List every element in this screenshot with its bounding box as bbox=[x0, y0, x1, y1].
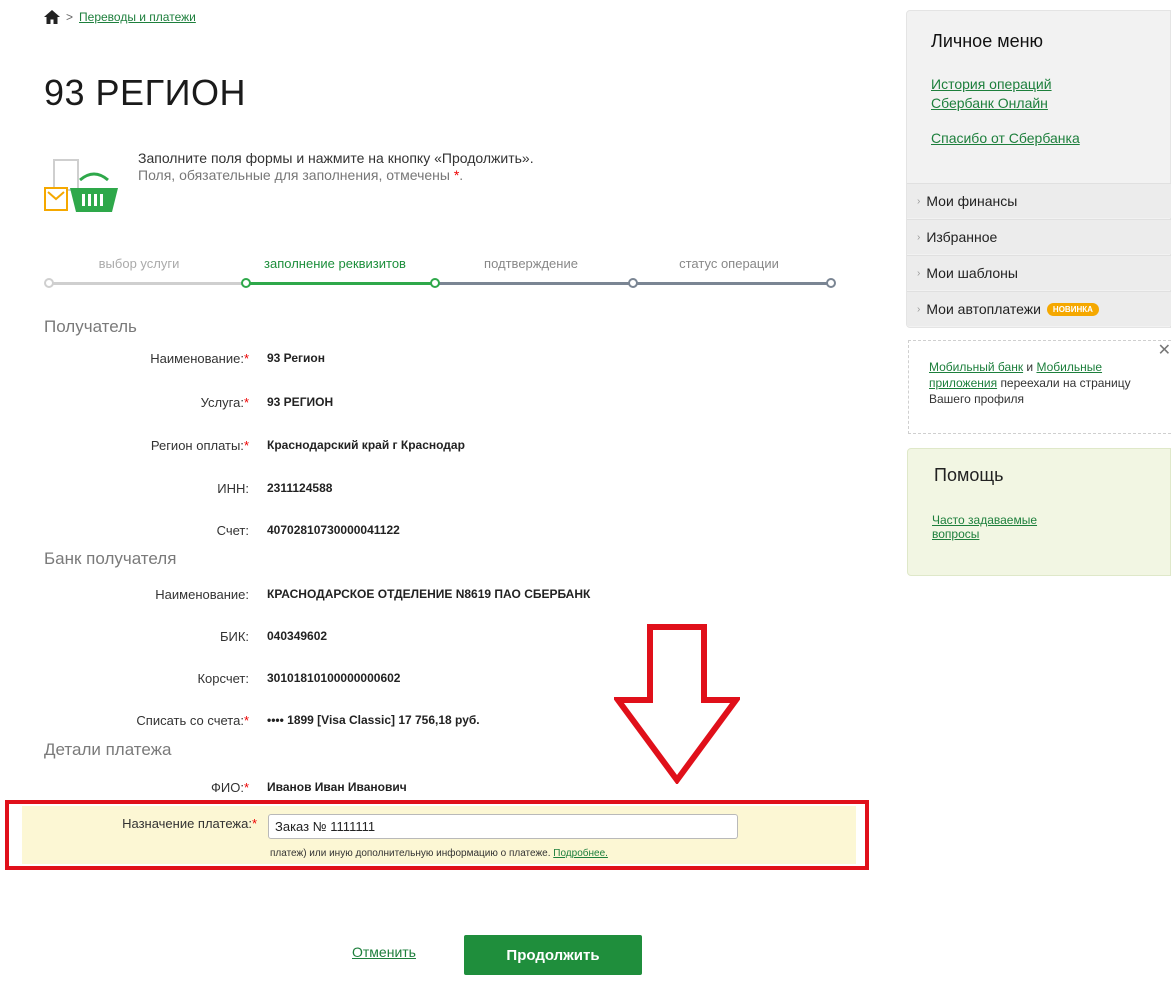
field-value: 93 РЕГИОН bbox=[267, 395, 334, 409]
chevron-right-icon: › bbox=[917, 267, 921, 279]
chevron-right-icon: › bbox=[917, 303, 921, 315]
section-details-title: Детали платежа bbox=[44, 740, 172, 759]
history-link[interactable]: История операций Сбербанк Онлайн bbox=[931, 75, 1052, 113]
menu-item-favorites[interactable]: › Избранное bbox=[907, 219, 1171, 254]
debit-account-value: •••• 1899 [Visa Classic] 17 756,18 руб. bbox=[267, 713, 480, 727]
help-title: Помощь bbox=[934, 465, 1004, 485]
step-line-active bbox=[244, 282, 436, 285]
menu-item-templates[interactable]: › Мои шаблоны bbox=[907, 255, 1171, 290]
field-label: БИК: bbox=[219, 628, 249, 644]
more-info-link[interactable]: Подробнее. bbox=[553, 848, 608, 859]
recipient-row: Наименование:* 93 Регион bbox=[150, 350, 326, 366]
chevron-right-icon: › bbox=[917, 195, 921, 207]
recipient-row: Счет: 40702810730000041122 bbox=[0, 520, 860, 540]
continue-button[interactable]: Продолжить bbox=[464, 935, 642, 975]
step-line-done bbox=[48, 282, 244, 285]
field-value: Краснодарский край г Краснодар bbox=[267, 438, 465, 452]
close-icon[interactable]: ✕ bbox=[1158, 343, 1171, 359]
recipient-row: Регион оплаты:* Краснодарский край г Кра… bbox=[150, 437, 465, 453]
basket-icon bbox=[44, 159, 118, 212]
thanks-link[interactable]: Спасибо от Сбербанка bbox=[931, 129, 1080, 148]
recipient-row: Услуга:* 93 РЕГИОН bbox=[200, 394, 334, 410]
new-badge: новинка bbox=[1046, 302, 1099, 316]
field-label: ИНН: bbox=[217, 480, 249, 496]
step-status: статус операции bbox=[679, 256, 779, 271]
progress-steps: выбор услуги заполнение реквизитов подтв… bbox=[44, 256, 840, 292]
field-label: Корсчет: bbox=[197, 670, 249, 686]
payment-purpose-input[interactable] bbox=[268, 814, 738, 839]
page-title: 93 РЕГИОН bbox=[44, 72, 246, 113]
menu-item-autopayments[interactable]: › Мои автоплатежи новинка bbox=[907, 291, 1171, 326]
field-value: 040349602 bbox=[267, 629, 328, 643]
field-label: Наименование: bbox=[155, 586, 249, 602]
recipient-row: ИНН: 2311124588 bbox=[0, 478, 860, 498]
step-dot-2 bbox=[241, 278, 251, 288]
section-recipient-title: Получатель bbox=[44, 317, 137, 336]
field-label: Списать со счета: bbox=[136, 712, 244, 728]
mobile-bank-notice: ✕ Мобильный банк и Мобильные приложения … bbox=[908, 340, 1171, 434]
field-value: КРАСНОДАРСКОЕ ОТДЕЛЕНИЕ N8619 ПАО СБЕРБА… bbox=[267, 587, 591, 601]
field-value: 93 Регион bbox=[267, 351, 326, 365]
breadcrumb-link-transfers[interactable]: Переводы и платежи bbox=[79, 10, 196, 24]
breadcrumb-separator: > bbox=[66, 10, 74, 24]
step-select-service: выбор услуги bbox=[98, 256, 180, 271]
field-value: 40702810730000041122 bbox=[267, 523, 400, 537]
intro-text: Заполните поля формы и нажмите на кнопку… bbox=[138, 150, 534, 184]
intro-line-1: Заполните поля формы и нажмите на кнопку… bbox=[138, 150, 534, 166]
field-label: Регион оплаты: bbox=[150, 437, 244, 453]
home-icon[interactable] bbox=[44, 10, 60, 24]
fio-label: ФИО: bbox=[210, 779, 244, 795]
down-arrow-icon bbox=[614, 624, 740, 784]
personal-menu: Личное меню История операций Сбербанк Онл… bbox=[906, 10, 1171, 328]
intro-line-2: Поля, обязательные для заполнения, отмеч… bbox=[138, 167, 464, 183]
chevron-right-icon: › bbox=[917, 231, 921, 243]
bank-row: Наименование: КРАСНОДАРСКОЕ ОТДЕЛЕНИЕ N8… bbox=[0, 584, 860, 604]
help-box: Помощь Часто задаваемые вопросы bbox=[907, 448, 1171, 576]
breadcrumb: > Переводы и платежи bbox=[44, 10, 196, 24]
step-dot-4 bbox=[628, 278, 638, 288]
faq-link[interactable]: Часто задаваемые вопросы bbox=[932, 513, 1062, 541]
field-label: Счет: bbox=[216, 522, 249, 538]
field-value: 30101810100000000602 bbox=[267, 671, 401, 685]
fio-value: Иванов Иван Иванович bbox=[267, 780, 407, 794]
menu-item-finances[interactable]: › Мои финансы bbox=[907, 183, 1171, 218]
field-value: 2311124588 bbox=[267, 481, 333, 495]
step-dot-5 bbox=[826, 278, 836, 288]
personal-menu-title: Личное меню bbox=[931, 31, 1044, 51]
purpose-hint: платеж) или иную дополнительную информац… bbox=[270, 848, 608, 859]
purpose-label: Назначение платежа: bbox=[122, 816, 252, 831]
step-dot-1 bbox=[44, 278, 54, 288]
field-label: Услуга: bbox=[200, 394, 244, 410]
mobile-bank-link[interactable]: Мобильный банк bbox=[929, 360, 1023, 374]
cancel-link[interactable]: Отменить bbox=[352, 944, 416, 960]
section-bank-title: Банк получателя bbox=[44, 549, 177, 568]
step-confirmation: подтверждение bbox=[484, 256, 578, 271]
field-label: Наименование: bbox=[150, 350, 244, 366]
step-fill-details: заполнение реквизитов bbox=[264, 256, 406, 271]
step-dot-3 bbox=[430, 278, 440, 288]
